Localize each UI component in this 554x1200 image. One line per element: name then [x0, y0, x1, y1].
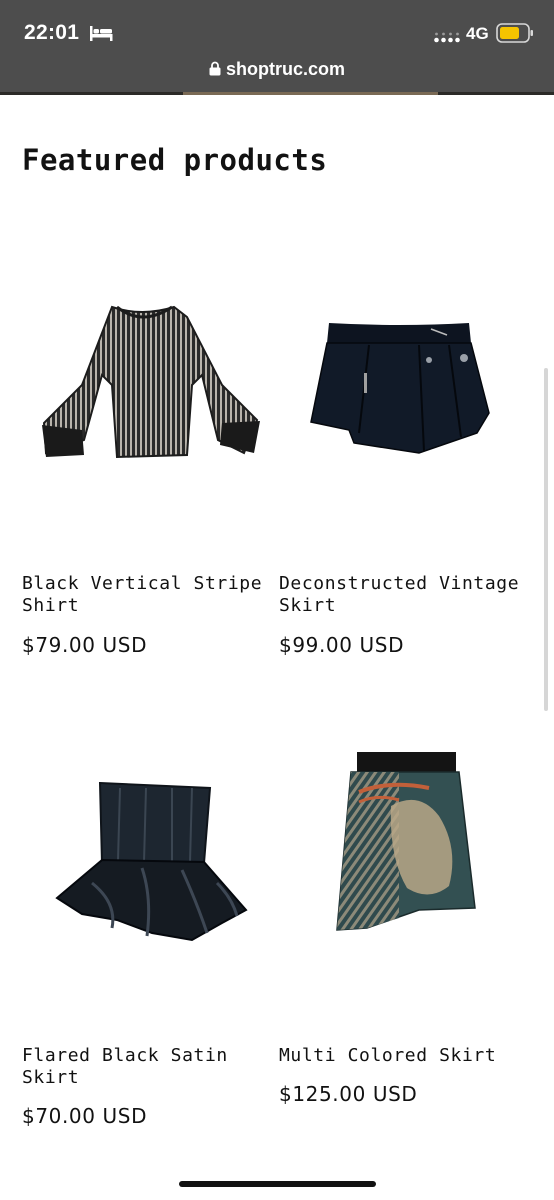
url-text: shoptruc.com	[225, 59, 345, 79]
product-name[interactable]: Black Vertical Stripe Shirt	[22, 573, 282, 617]
battery-icon	[496, 23, 533, 43]
browser-chrome: 22:01 4G shoptruc.com	[0, 0, 554, 95]
bed-icon	[90, 26, 113, 41]
product-name[interactable]: Deconstructed Vintage Skirt	[279, 573, 539, 617]
product-card[interactable]: Black Vertical Stripe Shirt $79.00 USD	[22, 215, 272, 665]
product-name[interactable]: Flared Black Satin Skirt	[22, 1045, 282, 1089]
network-type: 4G	[466, 24, 489, 43]
product-name[interactable]: Multi Colored Skirt	[279, 1045, 539, 1067]
product-price: $79.00 USD	[22, 633, 148, 657]
lock-icon	[209, 61, 221, 76]
section-title: Featured products	[22, 143, 328, 177]
home-indicator[interactable]	[179, 1181, 376, 1187]
product-card[interactable]: Flared Black Satin Skirt $70.00 USD	[22, 688, 272, 1138]
product-card[interactable]: Deconstructed Vintage Skirt $99.00 USD	[279, 215, 529, 665]
status-time: 22:01	[24, 21, 80, 44]
product-price: $99.00 USD	[279, 633, 405, 657]
product-card[interactable]: Multi Colored Skirt $125.00 USD	[279, 688, 529, 1138]
product-price: $70.00 USD	[22, 1104, 148, 1128]
scrollbar[interactable]	[544, 368, 548, 711]
product-image[interactable]	[22, 215, 272, 485]
product-image[interactable]	[279, 215, 529, 485]
banner-edge	[183, 92, 438, 95]
product-image[interactable]	[279, 688, 529, 958]
address-bar[interactable]: shoptruc.com	[0, 59, 554, 80]
product-image[interactable]	[22, 688, 272, 958]
signal-icon	[434, 32, 460, 43]
product-price: $125.00 USD	[279, 1082, 418, 1106]
